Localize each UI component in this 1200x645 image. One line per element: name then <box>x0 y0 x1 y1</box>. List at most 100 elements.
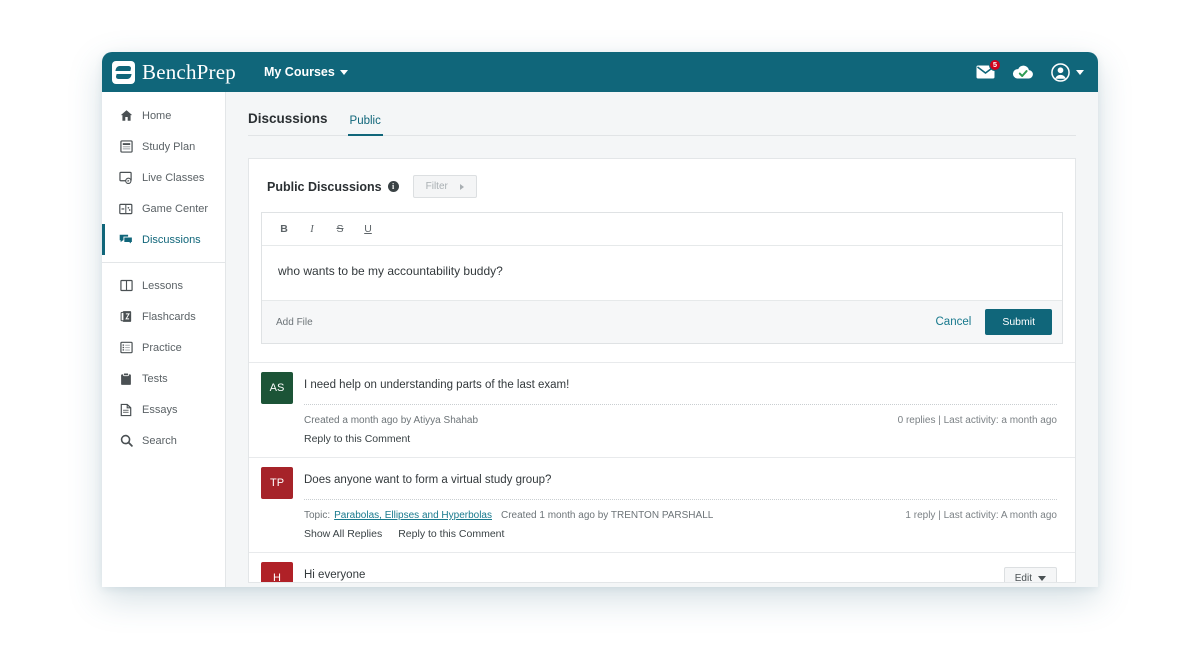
sidebar-item-label: Tests <box>142 372 168 385</box>
main-content: Discussions Public Public Discussions i … <box>226 92 1098 587</box>
practice-icon <box>119 341 133 355</box>
card-title: Public Discussions i <box>267 180 399 194</box>
sidebar-item-label: Essays <box>142 403 178 416</box>
tab-bar: Discussions Public <box>248 92 1076 136</box>
brand-name: BenchPrep <box>142 59 236 84</box>
app-window: BenchPrep My Courses 5 Home Study Plan L… <box>102 52 1098 587</box>
study-plan-icon <box>119 140 133 154</box>
sidebar-item-tests[interactable]: Tests <box>102 363 225 394</box>
tab-public[interactable]: Public <box>347 115 383 136</box>
post-created: Created 1 month ago by TRENTON PARSHALL <box>501 510 714 521</box>
sidebar-item-label: Discussions <box>142 233 201 246</box>
reply-to-comment-link[interactable]: Reply to this Comment <box>398 528 504 540</box>
sidebar-item-game-center[interactable]: Game Center <box>102 193 225 224</box>
sidebar-item-lessons[interactable]: Lessons <box>102 270 225 301</box>
post-reply-stats: 0 replies | Last activity: a month ago <box>897 415 1057 426</box>
live-classes-icon <box>119 171 133 185</box>
post-meta: Created a month ago by Atiyya Shahab 0 r… <box>304 415 1057 426</box>
benchprep-logo-icon <box>112 60 135 84</box>
post-top: H Hi everyone <box>261 562 1057 582</box>
comment-input[interactable]: who wants to be my accountability buddy? <box>262 246 1062 300</box>
chevron-right-icon <box>459 183 464 190</box>
user-avatar-icon <box>1051 62 1070 82</box>
sidebar-item-label: Home <box>142 109 172 122</box>
sidebar-item-search[interactable]: Search <box>102 425 225 456</box>
reply-to-comment-link[interactable]: Reply to this Comment <box>304 433 410 445</box>
post-actions: Show All Replies Reply to this Comment <box>304 528 1057 540</box>
discussion-post: TP Does anyone want to form a virtual st… <box>249 457 1075 552</box>
composer-footer: Add File Cancel Submit <box>262 300 1062 343</box>
card-header: Public Discussions i Filter <box>249 159 1075 212</box>
edit-label: Edit <box>1014 573 1032 583</box>
strikethrough-button[interactable]: S <box>326 219 354 239</box>
body-layout: Home Study Plan Live Classes Game Center <box>102 92 1098 587</box>
discussions-icon <box>119 233 133 247</box>
discussion-post: AS I need help on understanding parts of… <box>249 362 1075 457</box>
post-created: Created a month ago by Atiyya Shahab <box>304 415 479 426</box>
sidebar-item-discussions[interactable]: Discussions <box>102 224 225 255</box>
brand-logo[interactable]: BenchPrep <box>112 60 236 85</box>
post-meta: Topic: Parabolas, Ellipses and Hyperbola… <box>304 510 1057 521</box>
game-center-icon <box>119 202 133 216</box>
post-body: I need help on understanding parts of th… <box>304 375 1057 445</box>
my-courses-label: My Courses <box>263 65 335 79</box>
post-top: TP Does anyone want to form a virtual st… <box>261 467 1057 540</box>
sidebar-item-label: Search <box>142 434 177 447</box>
lessons-icon <box>119 279 133 293</box>
avatar: TP <box>261 467 293 499</box>
topic-link[interactable]: Parabolas, Ellipses and Hyperbolas <box>334 510 492 521</box>
italic-button[interactable]: I <box>298 219 326 239</box>
show-all-replies-link[interactable]: Show All Replies <box>304 528 382 540</box>
info-icon[interactable]: i <box>387 181 399 192</box>
discussions-card: Public Discussions i Filter B I S U who … <box>248 158 1076 583</box>
add-file-button[interactable]: Add File <box>276 317 313 328</box>
account-chevron-down-icon <box>1076 69 1084 75</box>
account-menu[interactable] <box>1051 62 1084 82</box>
bold-button[interactable]: B <box>270 219 298 239</box>
post-text: I need help on understanding parts of th… <box>304 379 570 391</box>
sidebar-item-label: Live Classes <box>142 171 205 184</box>
mail-badge-count: 5 <box>989 59 1001 71</box>
comment-composer: B I S U who wants to be my accountabilit… <box>261 212 1063 344</box>
discussion-post: H Hi everyone Edit <box>249 552 1075 583</box>
cloud-check-icon <box>1012 65 1033 79</box>
post-body: Does anyone want to form a virtual study… <box>304 470 1057 540</box>
tests-icon <box>119 372 133 386</box>
divider <box>304 404 1057 405</box>
top-navigation-bar: BenchPrep My Courses 5 <box>102 52 1098 92</box>
post-text: Does anyone want to form a virtual study… <box>304 474 552 486</box>
my-courses-menu[interactable]: My Courses <box>264 65 348 79</box>
avatar: H <box>261 562 293 582</box>
sidebar-item-essays[interactable]: Essays <box>102 394 225 425</box>
post-top: AS I need help on understanding parts of… <box>261 372 1057 445</box>
cancel-button[interactable]: Cancel <box>936 316 972 328</box>
sidebar-divider <box>102 262 225 263</box>
cloud-sync-button[interactable] <box>1012 65 1034 80</box>
edit-button[interactable]: Edit <box>1003 567 1057 583</box>
sidebar-item-practice[interactable]: Practice <box>102 332 225 363</box>
sidebar-item-label: Game Center <box>142 202 209 215</box>
filter-button[interactable]: Filter <box>412 175 477 198</box>
post-actions: Reply to this Comment <box>304 433 1057 445</box>
search-icon <box>119 434 133 448</box>
filter-label: Filter <box>425 181 448 192</box>
avatar: AS <box>261 372 293 404</box>
sidebar-navigation: Home Study Plan Live Classes Game Center <box>102 92 226 587</box>
home-icon <box>119 109 133 123</box>
chevron-down-icon <box>339 69 348 75</box>
sidebar-item-study-plan[interactable]: Study Plan <box>102 131 225 162</box>
composer-toolbar: B I S U <box>262 213 1062 246</box>
chevron-down-icon <box>1038 576 1046 581</box>
card-title-label: Public Discussions <box>267 179 382 194</box>
essays-icon <box>119 403 133 417</box>
sidebar-item-live-classes[interactable]: Live Classes <box>102 162 225 193</box>
underline-button[interactable]: U <box>354 219 382 239</box>
sidebar-item-home[interactable]: Home <box>102 100 225 131</box>
mail-icon-button[interactable]: 5 <box>976 59 1001 79</box>
sidebar-item-label: Lessons <box>142 279 183 292</box>
composer-actions: Cancel Submit <box>936 309 1052 335</box>
sidebar-item-flashcards[interactable]: Flashcards <box>102 301 225 332</box>
post-body: Hi everyone <box>304 565 1057 581</box>
page-title: Discussions <box>248 111 328 126</box>
submit-button[interactable]: Submit <box>985 309 1052 335</box>
